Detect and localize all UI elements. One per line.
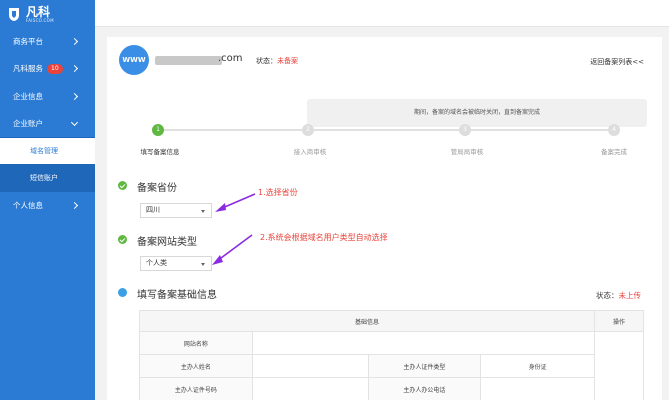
cell-operation: [594, 331, 644, 400]
chevron-down-icon: [70, 118, 79, 126]
basic-info-table: 基础信息 操作 网站名称 主办人姓名 主办人证件类型 身份证 主办人证件号码 主…: [138, 310, 644, 400]
cell-site-name-value[interactable]: [251, 331, 596, 355]
sidebar-subnav: 域名管理 短信账户: [0, 137, 95, 192]
brand-name: 凡科: [26, 4, 51, 19]
basic-info-title: 填写备案基础信息: [137, 290, 217, 301]
cell-id-type-value[interactable]: 身份证: [480, 354, 596, 378]
cell-owner-name-label: 主办人姓名: [139, 354, 253, 378]
chevron-right-icon: [70, 92, 79, 101]
sidebar: 凡科 FAISCO.COM 商务平台 凡科服务 10 企业信息 企业账户 域名管…: [0, 0, 95, 400]
sidebar-item-faisco-service[interactable]: 凡科服务 10: [0, 55, 95, 82]
top-bar: [95, 0, 669, 27]
sidebar-item-label: 个人信息: [13, 200, 43, 210]
brand-logo[interactable]: 凡科 FAISCO.COM: [0, 0, 95, 28]
upload-status: 状态：未上传: [596, 291, 642, 300]
cell-id-number-label: 主办人证件号码: [139, 377, 253, 400]
filing-panel: WWW .com 状态：未备案 返回备案列表<< 期间，备案的域名会被临时关闭，…: [107, 37, 662, 400]
chevron-right-icon: [70, 64, 79, 73]
info-dot-icon: [118, 288, 127, 297]
sidebar-item-personal-info[interactable]: 个人信息: [0, 192, 95, 218]
sidebar-item-label: 商务平台: [13, 36, 43, 46]
sidebar-item-business-platform[interactable]: 商务平台: [0, 28, 95, 54]
notification-badge: 10: [47, 63, 63, 74]
cell-id-number-value[interactable]: [251, 377, 369, 400]
cell-site-name-label: 网站名称: [139, 331, 253, 355]
sidebar-item-label: 企业信息: [13, 92, 43, 101]
upload-status-value: 未上传: [618, 291, 642, 300]
brand-domain: FAISCO.COM: [26, 17, 54, 23]
table-row: 主办人姓名 主办人证件类型 身份证: [139, 354, 644, 378]
table-row: 网站名称: [139, 331, 644, 400]
table-header-basic: 基础信息: [138, 310, 596, 332]
chevron-right-icon: [70, 201, 79, 209]
brand-logo-icon: [9, 8, 19, 21]
sidebar-item-label: 企业账户: [13, 119, 43, 128]
sidebar-subitem-sms-account[interactable]: 短信账户: [0, 165, 95, 191]
table-header-operation: 操作: [594, 310, 644, 332]
cell-office-phone-value[interactable]: [480, 377, 596, 400]
table-row: 主办人证件号码 主办人办公电话: [139, 377, 644, 400]
cell-id-type-label: 主办人证件类型: [367, 354, 482, 378]
cell-owner-name-value[interactable]: [251, 354, 369, 378]
sidebar-item-company-info[interactable]: 企业信息: [0, 83, 95, 110]
sidebar-item-company-account[interactable]: 企业账户: [0, 110, 95, 137]
sidebar-subitem-domain-management[interactable]: 域名管理: [0, 138, 95, 164]
cell-office-phone-label: 主办人办公电话: [367, 377, 482, 400]
chevron-right-icon: [70, 37, 79, 45]
sidebar-item-label: 凡科服务: [13, 64, 43, 73]
table-header-row: 基础信息 操作: [138, 310, 644, 332]
